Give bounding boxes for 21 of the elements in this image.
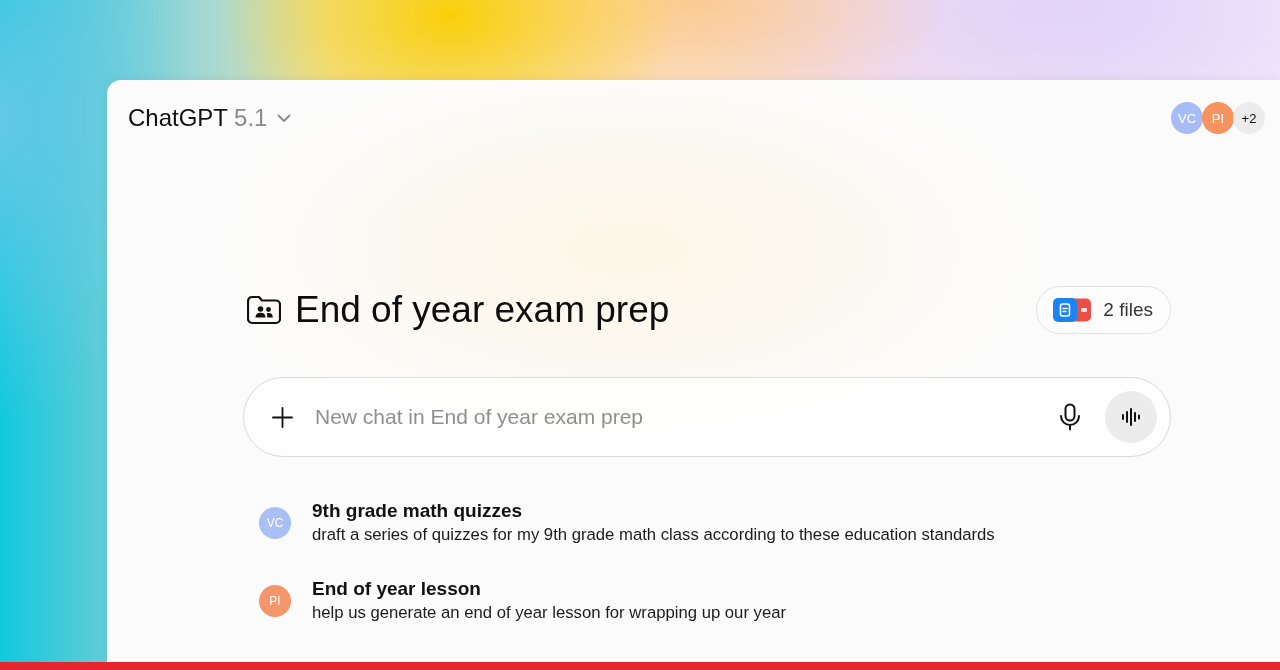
add-button[interactable] — [272, 406, 293, 428]
more-members-count[interactable]: +2 — [1233, 102, 1265, 134]
files-button[interactable]: 2 files — [1036, 286, 1171, 334]
chat-preview: draft a series of quizzes for my 9th grade math class according to these education standards — [312, 524, 995, 546]
chat-input[interactable]: New chat in End of year exam prep — [313, 404, 1057, 430]
folder-people-icon — [247, 295, 281, 325]
voice-wave-icon — [1121, 408, 1141, 426]
project-title: End of year exam prep — [295, 289, 670, 331]
user-avatar: PI — [259, 585, 291, 617]
user-avatar: VC — [259, 507, 291, 539]
chat-preview: help us generate an end of year lesson for wrapping up our year — [312, 602, 787, 624]
chevron-down-icon — [277, 113, 292, 123]
chat-title[interactable]: 9th grade math quizzes — [312, 499, 995, 523]
plus-icon — [272, 406, 293, 428]
microphone-icon — [1059, 403, 1081, 431]
dictate-button[interactable] — [1057, 402, 1083, 432]
model-selector[interactable]: ChatGPT 5.1 — [128, 104, 292, 132]
file-stack-icon — [1053, 298, 1092, 322]
voice-mode-button[interactable] — [1105, 391, 1157, 443]
chat-title[interactable]: End of year lesson — [312, 577, 787, 601]
composer-field[interactable]: New chat in End of year exam prep — [243, 377, 1171, 457]
